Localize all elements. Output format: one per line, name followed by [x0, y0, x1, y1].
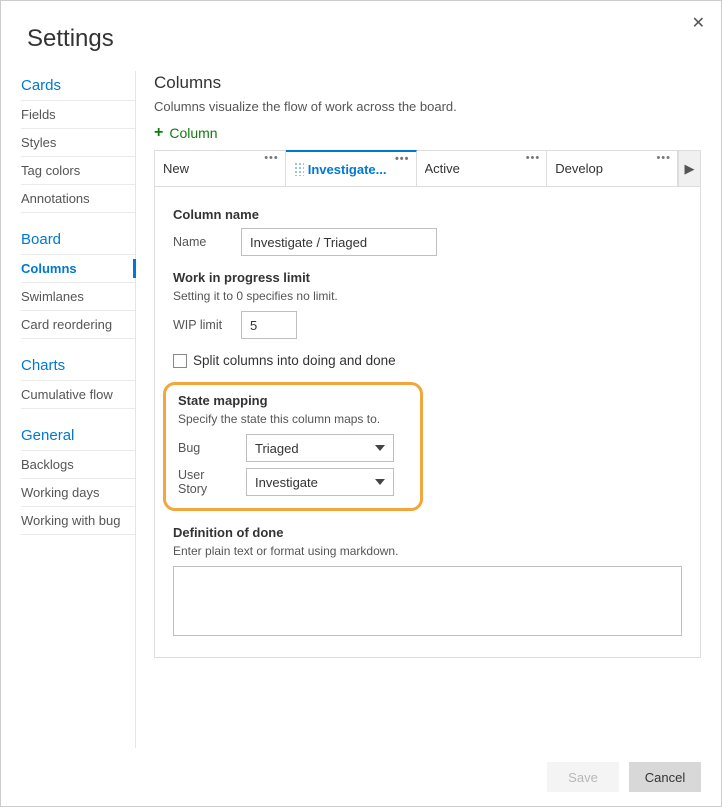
split-columns-checkbox[interactable]: Split columns into doing and done	[173, 353, 682, 368]
cancel-button[interactable]: Cancel	[629, 762, 701, 792]
sidebar-item-backlogs[interactable]: Backlogs	[21, 451, 135, 479]
tab-investigate[interactable]: Investigate... •••	[286, 150, 417, 186]
sidebar-item-swimlanes[interactable]: Swimlanes	[21, 283, 135, 311]
sidebar: Cards Fields Styles Tag colors Annotatio…	[1, 71, 136, 748]
sidebar-group-cards[interactable]: Cards	[21, 71, 135, 101]
definition-sub: Enter plain text or format using markdow…	[173, 544, 682, 558]
add-column-button[interactable]: + Column	[154, 124, 218, 142]
chevron-down-icon	[375, 445, 385, 451]
tab-new[interactable]: New •••	[155, 151, 286, 186]
tabs-next-button[interactable]: ▶	[678, 151, 700, 186]
ellipsis-icon[interactable]: •••	[526, 153, 541, 164]
ellipsis-icon[interactable]: •••	[656, 153, 671, 164]
ellipsis-icon[interactable]: •••	[395, 154, 410, 165]
sidebar-item-columns[interactable]: Columns	[21, 255, 135, 283]
tab-label: Active	[425, 161, 539, 176]
tab-label: Develop	[555, 161, 669, 176]
column-tabs: New ••• Investigate... ••• Active ••• De…	[154, 150, 701, 186]
column-settings-panel: Column name Name Work in progress limit …	[154, 186, 701, 658]
sidebar-item-annotations[interactable]: Annotations	[21, 185, 135, 213]
tab-label: New	[163, 161, 277, 176]
sidebar-item-cumulative-flow[interactable]: Cumulative flow	[21, 381, 135, 409]
wip-sub: Setting it to 0 specifies no limit.	[173, 289, 682, 303]
close-icon[interactable]: ✕	[692, 13, 705, 33]
dialog-footer: Save Cancel	[1, 748, 721, 806]
state-mapping-userstory-dropdown[interactable]: Investigate	[246, 468, 394, 496]
tab-active[interactable]: Active •••	[417, 151, 548, 186]
page-title: Columns	[154, 73, 701, 93]
column-name-title: Column name	[173, 207, 682, 222]
page-description: Columns visualize the flow of work acros…	[154, 99, 701, 114]
state-mapping-section: State mapping Specify the state this col…	[163, 382, 423, 511]
dialog-body: Cards Fields Styles Tag colors Annotatio…	[1, 71, 721, 748]
sidebar-item-working-days[interactable]: Working days	[21, 479, 135, 507]
wip-limit-input[interactable]	[241, 311, 297, 339]
definition-of-done-input[interactable]	[173, 566, 682, 636]
plus-icon: +	[154, 124, 163, 142]
dropdown-value: Investigate	[255, 475, 375, 490]
split-columns-label: Split columns into doing and done	[193, 353, 396, 368]
state-mapping-userstory-label: User Story	[178, 468, 236, 496]
dropdown-value: Triaged	[255, 441, 375, 456]
sidebar-item-working-with-bug[interactable]: Working with bug	[21, 507, 135, 535]
sidebar-item-tag-colors[interactable]: Tag colors	[21, 157, 135, 185]
save-button[interactable]: Save	[547, 762, 619, 792]
sidebar-item-styles[interactable]: Styles	[21, 129, 135, 157]
sidebar-group-charts[interactable]: Charts	[21, 351, 135, 381]
sidebar-item-card-reordering[interactable]: Card reordering	[21, 311, 135, 339]
sidebar-group-board[interactable]: Board	[21, 225, 135, 255]
tab-label: Investigate...	[308, 162, 408, 177]
checkbox-icon[interactable]	[173, 354, 187, 368]
state-mapping-title: State mapping	[178, 393, 408, 408]
dialog-title: Settings	[1, 1, 721, 71]
wip-label: WIP limit	[173, 318, 231, 332]
state-mapping-bug-dropdown[interactable]: Triaged	[246, 434, 394, 462]
state-mapping-bug-label: Bug	[178, 441, 236, 455]
main-panel: Columns Columns visualize the flow of wo…	[136, 71, 721, 748]
sidebar-group-general[interactable]: General	[21, 421, 135, 451]
column-name-label: Name	[173, 235, 231, 249]
state-mapping-sub: Specify the state this column maps to.	[178, 412, 408, 426]
add-column-label: Column	[169, 125, 217, 141]
column-name-input[interactable]	[241, 228, 437, 256]
grip-icon[interactable]	[294, 162, 304, 176]
settings-dialog: ✕ Settings Cards Fields Styles Tag color…	[0, 0, 722, 807]
definition-title: Definition of done	[173, 525, 682, 540]
tab-develop[interactable]: Develop •••	[547, 151, 678, 186]
chevron-down-icon	[375, 479, 385, 485]
ellipsis-icon[interactable]: •••	[264, 153, 279, 164]
sidebar-item-fields[interactable]: Fields	[21, 101, 135, 129]
wip-title: Work in progress limit	[173, 270, 682, 285]
